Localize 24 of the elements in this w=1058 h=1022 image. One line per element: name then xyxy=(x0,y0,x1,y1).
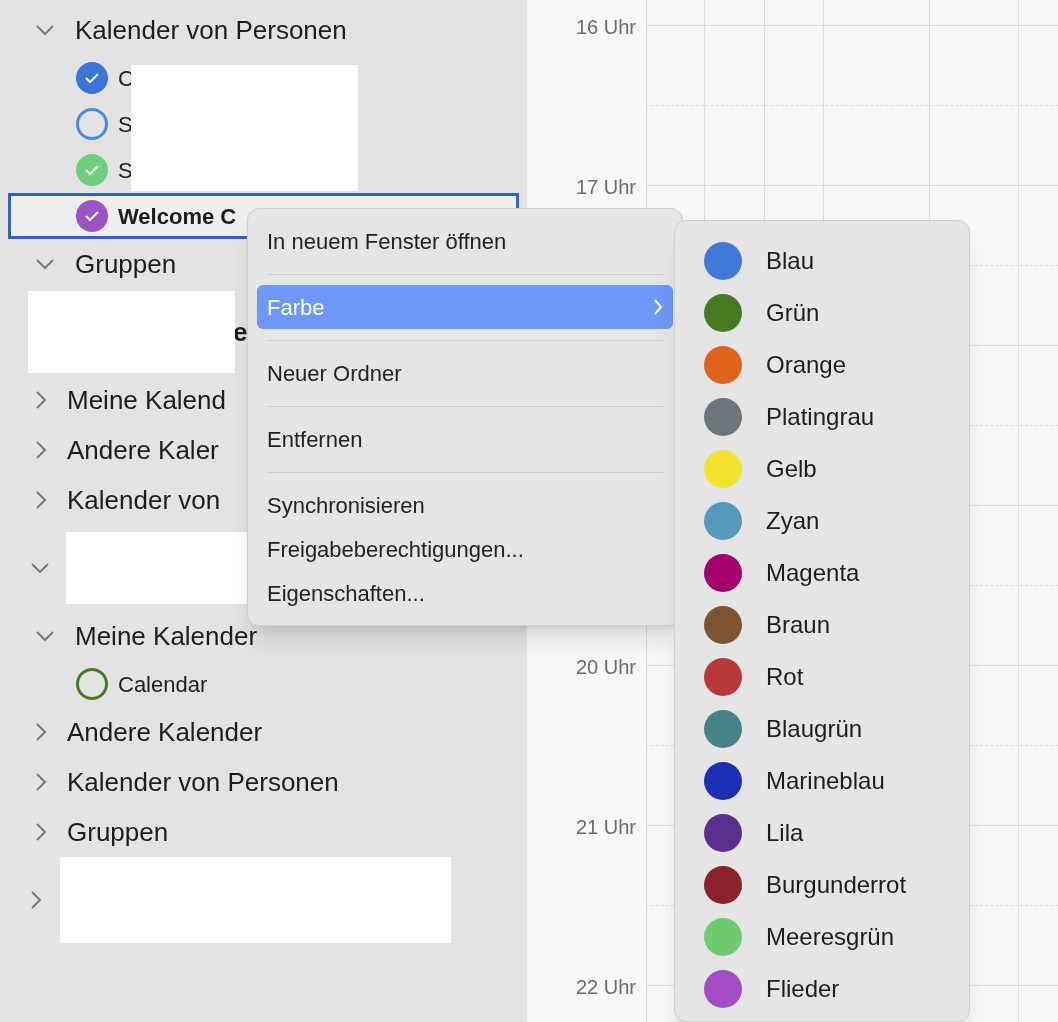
color-label: Lila xyxy=(766,818,804,848)
color-label: Platingrau xyxy=(766,402,875,432)
calendar-name: Welcome C xyxy=(118,202,237,231)
hour-label: 22 Uhr xyxy=(575,975,636,1000)
color-label: Blau xyxy=(766,246,815,276)
color-label: Meeresgrün xyxy=(766,922,895,952)
color-label: Blaugrün xyxy=(766,714,863,744)
color-label: Marineblau xyxy=(766,766,885,796)
color-label: Magenta xyxy=(766,558,860,588)
calendar-name: Calendar xyxy=(118,670,208,699)
color-label: Grün xyxy=(766,298,820,328)
color-label: Zyan xyxy=(766,506,820,536)
calendar-name: S xyxy=(118,156,133,185)
color-label: Burgunderrot xyxy=(766,870,907,900)
hour-label: 20 Uhr xyxy=(575,655,636,680)
calendar-name: S xyxy=(118,110,133,139)
hour-label: 16 Uhr xyxy=(575,15,636,40)
hour-label: 17 Uhr xyxy=(575,175,636,200)
color-label: Gelb xyxy=(766,454,817,484)
color-label: Rot xyxy=(766,662,804,692)
color-label: Flieder xyxy=(766,974,840,1004)
color-label: Braun xyxy=(766,610,831,640)
hour-label: 21 Uhr xyxy=(575,815,636,840)
color-label: Orange xyxy=(766,350,847,380)
